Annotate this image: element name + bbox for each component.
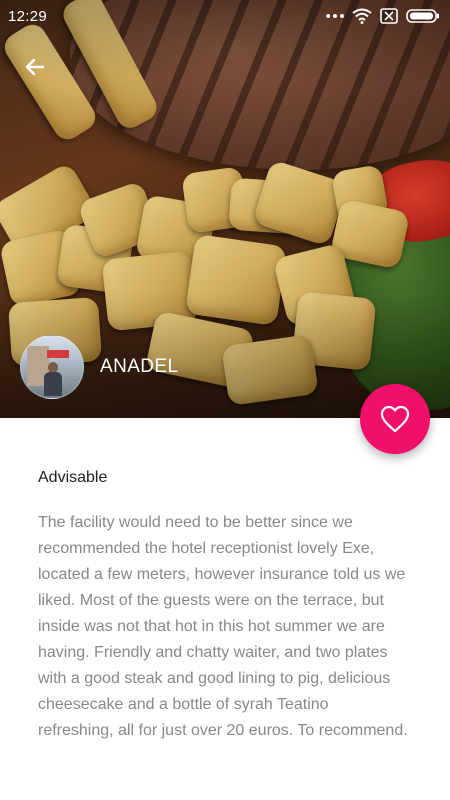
author-info[interactable]: ANADEL [20,335,178,399]
sim-icon [380,8,398,24]
wifi-icon [352,8,372,24]
battery-icon [406,9,439,23]
favorite-button[interactable] [360,384,430,454]
status-time: 12:29 [8,8,48,25]
heart-icon [380,405,410,433]
avatar[interactable] [20,335,84,399]
review-body: The facility would need to be better sin… [38,514,408,739]
review-title: Advisable [38,469,108,486]
author-name[interactable]: ANADEL [100,356,178,378]
back-button[interactable] [18,50,52,84]
arrow-left-icon [25,58,45,76]
status-bar: 12:29 [0,0,450,32]
status-icons [326,7,440,25]
more-dots-icon [326,14,344,18]
